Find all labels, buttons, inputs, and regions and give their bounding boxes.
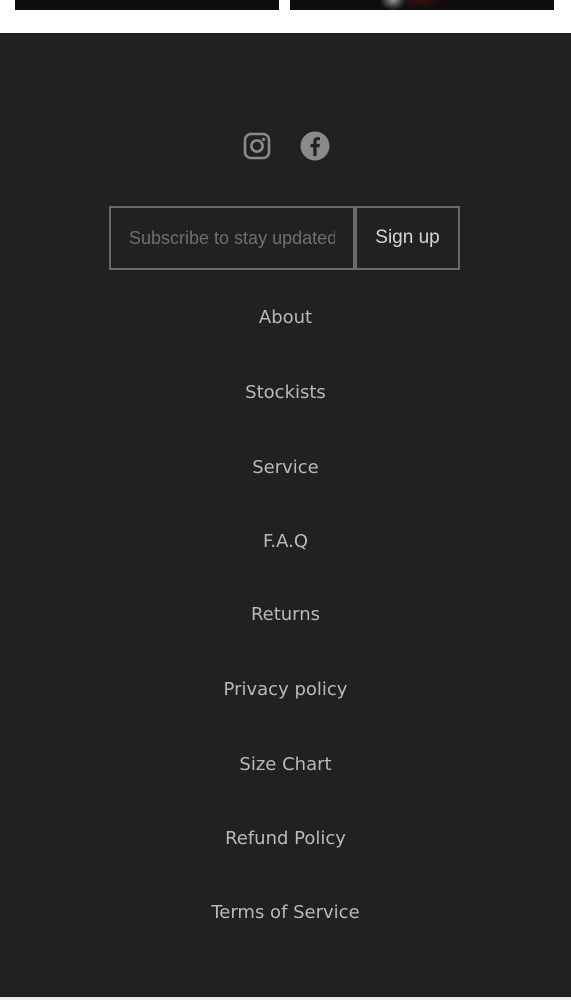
social-links	[0, 131, 571, 161]
newsletter-email-input[interactable]	[109, 206, 355, 270]
footer-link-privacy-policy[interactable]: Privacy policy	[224, 679, 348, 700]
footer-link-stockists[interactable]: Stockists	[245, 382, 326, 403]
footer-nav-item: About	[0, 304, 571, 332]
footer-nav-item: Stockists	[0, 379, 571, 407]
product-thumbnail-left[interactable]	[15, 0, 279, 10]
instagram-icon	[243, 132, 270, 160]
thumbnail-image-detail	[380, 0, 406, 10]
thumbnail-image-detail	[406, 0, 446, 10]
footer-nav-item: Privacy policy	[0, 676, 571, 704]
footer-link-faq[interactable]: F.A.Q	[263, 531, 308, 552]
footer-nav-item: Returns	[0, 601, 571, 629]
newsletter-form: Sign up	[109, 206, 460, 270]
product-thumbnail-right[interactable]	[290, 0, 554, 10]
footer-link-about[interactable]: About	[259, 307, 312, 328]
footer-link-refund-policy[interactable]: Refund Policy	[225, 828, 346, 849]
footer-link-service[interactable]: Service	[252, 457, 319, 478]
footer-nav-item: Refund Policy	[0, 825, 571, 853]
facebook-icon	[300, 131, 329, 161]
footer-link-size-chart[interactable]: Size Chart	[239, 754, 331, 775]
footer-link-returns[interactable]: Returns	[251, 604, 320, 625]
footer-nav-item: Size Chart	[0, 751, 571, 779]
site-footer: Sign up About Stockists Service F.A.Q Re…	[0, 33, 571, 997]
footer-nav-item: F.A.Q	[0, 528, 571, 556]
instagram-link[interactable]	[242, 131, 272, 161]
facebook-link[interactable]	[300, 131, 330, 161]
product-thumbnails-strip	[0, 0, 571, 33]
footer-nav-item: Terms of Service	[0, 899, 571, 927]
footer-nav-item: Service	[0, 454, 571, 482]
sign-up-button[interactable]: Sign up	[355, 206, 460, 270]
footer-link-terms-of-service[interactable]: Terms of Service	[211, 902, 359, 923]
